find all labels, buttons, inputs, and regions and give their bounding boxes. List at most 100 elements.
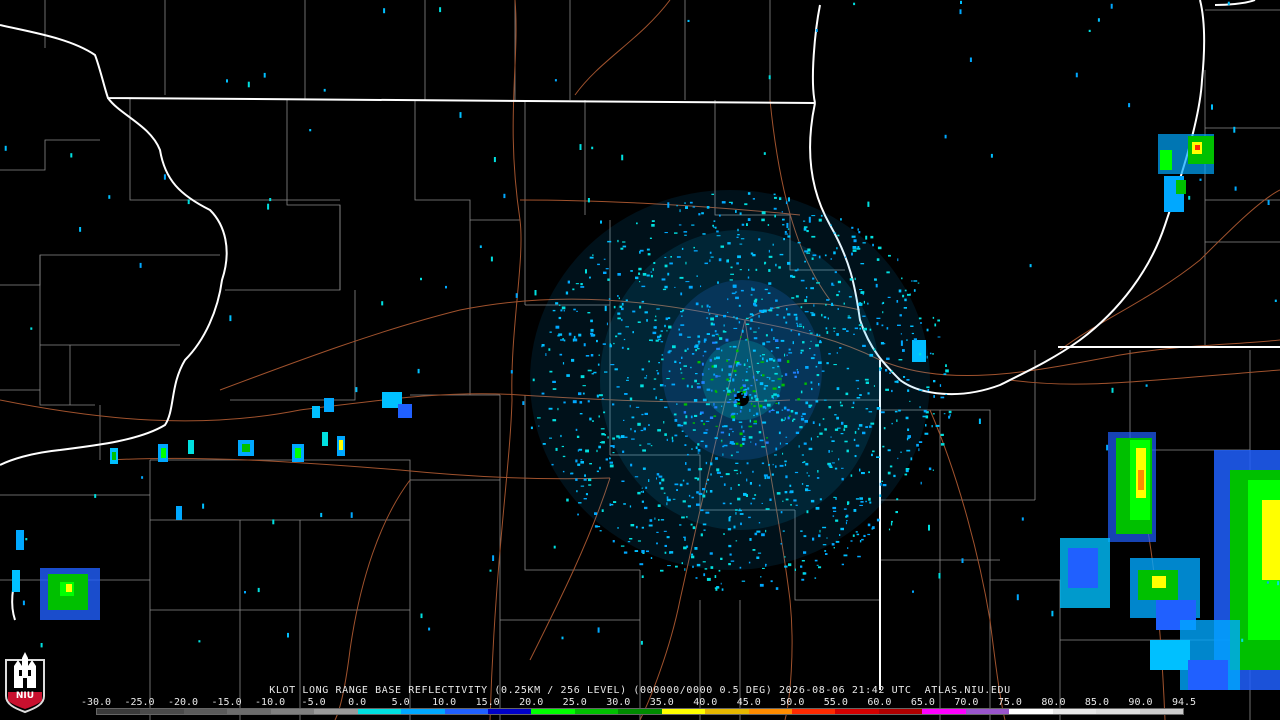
radar-speckle: [548, 407, 553, 410]
radar-speckle: [803, 442, 807, 445]
radar-speckle: [541, 344, 545, 347]
radar-speckle: [961, 558, 964, 563]
radar-speckle: [634, 430, 636, 433]
radar-speckle: [605, 458, 608, 461]
radar-speckle: [806, 485, 809, 487]
storm-cells-west: [12, 392, 412, 620]
radar-speckle: [767, 224, 770, 226]
radar-speckle: [637, 491, 641, 495]
radar-speckle: [696, 563, 701, 567]
radar-speckle: [797, 398, 801, 401]
radar-speckle: [598, 354, 600, 356]
radar-speckle: [737, 391, 740, 393]
radar-speckle: [666, 378, 670, 380]
radar-speckle: [779, 442, 781, 445]
radar-speckle: [767, 476, 770, 479]
radar-speckle: [648, 424, 650, 426]
radar-speckle: [705, 403, 710, 406]
radar-speckle: [747, 276, 750, 279]
radar-speckle: [664, 324, 666, 328]
radar-speckle: [802, 326, 805, 329]
radar-speckle: [698, 492, 703, 495]
radar-speckle: [735, 540, 738, 542]
radar-speckle: [704, 568, 708, 570]
radar-speckle: [740, 471, 742, 474]
radar-speckle: [631, 416, 635, 419]
radar-speckle: [742, 379, 744, 381]
radar-speckle: [922, 415, 927, 418]
radar-speckle: [865, 500, 867, 503]
radar-speckle: [728, 365, 733, 368]
radar-speckle: [634, 476, 639, 478]
radar-speckle: [798, 333, 801, 336]
radar-speckle: [732, 345, 737, 348]
radar-speckle: [748, 561, 751, 564]
radar-speckle: [785, 475, 788, 479]
radar-speckle: [702, 523, 707, 526]
radar-speckle: [891, 370, 893, 373]
radar-speckle: [907, 428, 910, 431]
radar-speckle: [694, 414, 698, 417]
radar-speckle: [784, 231, 787, 234]
radar-speckle: [900, 340, 903, 346]
radar-speckle: [886, 357, 890, 360]
radar-speckle: [926, 355, 928, 359]
radar-speckle: [685, 281, 690, 283]
radar-speckle: [832, 515, 835, 517]
radar-speckle: [1211, 104, 1213, 110]
radar-speckle: [599, 394, 603, 397]
radar-speckle: [537, 417, 541, 419]
radar-speckle: [714, 330, 717, 333]
radar-speckle: [738, 321, 741, 324]
radar-speckle: [742, 442, 745, 445]
radar-speckle: [852, 401, 855, 405]
radar-speckle: [757, 552, 762, 554]
radar-speckle: [610, 503, 614, 506]
radar-speckle: [904, 298, 907, 302]
radar-speckle: [741, 425, 743, 429]
radar-speckle: [503, 193, 506, 199]
radar-speckle: [678, 333, 683, 336]
radar-speckle: [323, 88, 326, 92]
radar-speckle: [737, 234, 740, 236]
radar-speckle: [685, 206, 688, 209]
radar-speckle: [601, 441, 605, 444]
radar-speckle: [771, 395, 774, 398]
radar-speckle: [867, 523, 871, 527]
radar-speckle: [696, 383, 700, 385]
radar-speckle: [804, 299, 807, 303]
radar-speckle: [859, 468, 861, 472]
radar-speckle: [641, 285, 646, 288]
radar-speckle: [771, 328, 773, 332]
radar-speckle: [555, 302, 559, 305]
radar-speckle: [767, 292, 771, 294]
radar-speckle: [853, 509, 857, 512]
radar-speckle: [862, 315, 866, 317]
radar-speckle: [549, 370, 553, 373]
radar-speckle: [666, 330, 668, 332]
radar-speckle: [761, 218, 765, 222]
radar-speckle: [821, 313, 823, 317]
radar-speckle: [877, 246, 882, 250]
radar-speckle: [696, 491, 699, 494]
radar-speckle: [784, 491, 788, 494]
radar-speckle: [229, 315, 232, 322]
radar-speckle: [786, 222, 789, 228]
radar-speckle: [732, 431, 734, 433]
radar-speckle: [695, 446, 698, 449]
radar-speckle: [731, 202, 733, 205]
scale-tick-label: 45.0: [736, 697, 761, 708]
radar-speckle: [697, 348, 700, 350]
radar-speckle: [766, 341, 771, 343]
radar-speckle: [522, 401, 525, 405]
radar-speckle: [739, 443, 743, 447]
radar-speckle: [863, 300, 865, 304]
radar-speckle: [836, 333, 839, 336]
radar-speckle: [680, 367, 682, 371]
radar-speckle: [897, 324, 901, 326]
radar-speckle: [641, 550, 645, 553]
radar-speckle: [708, 368, 710, 370]
radar-speckle: [607, 436, 609, 439]
radar-speckle: [833, 251, 836, 255]
radar-speckle: [935, 424, 940, 427]
